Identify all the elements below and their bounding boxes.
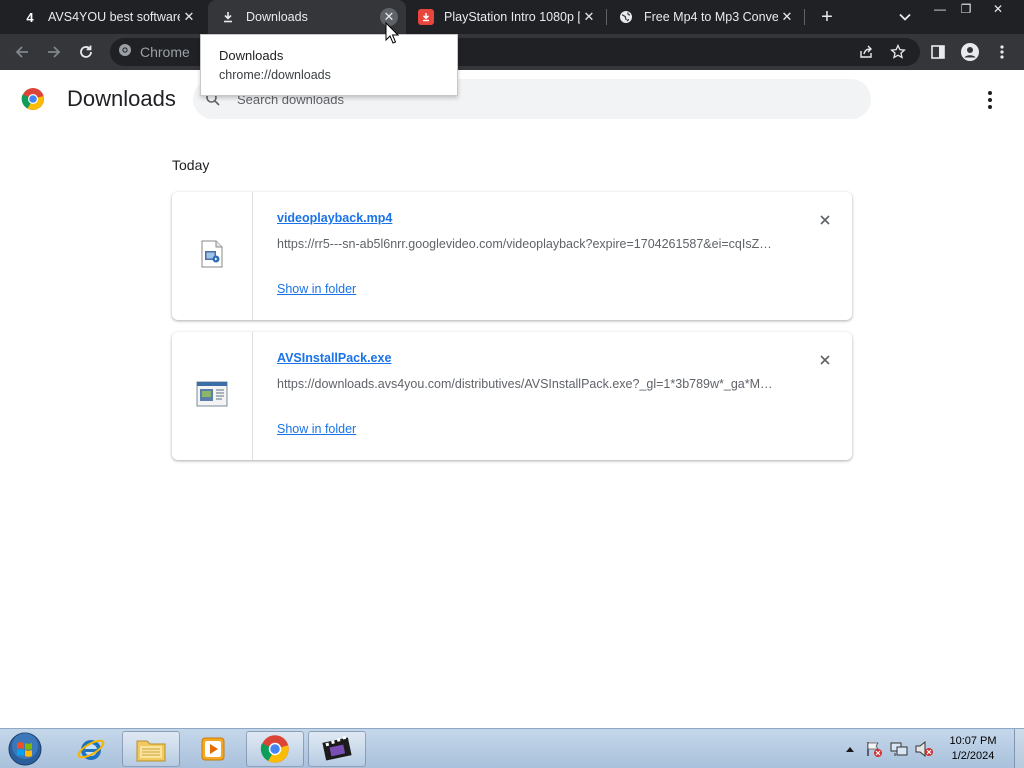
chrome-menu-icon[interactable]: [990, 40, 1014, 64]
mouse-cursor-icon: [385, 21, 400, 44]
show-hidden-icons-chevron-icon[interactable]: [843, 729, 857, 768]
tab-close-button[interactable]: ✕: [778, 8, 796, 26]
file-icon-column: [172, 332, 253, 460]
download-source-url: https://rr5---sn-ab5l6nrr.googlevideo.co…: [277, 237, 777, 251]
site-chip-label: Chrome: [140, 43, 190, 60]
downloads-more-actions-icon[interactable]: [978, 88, 1002, 112]
file-explorer-taskbar-icon[interactable]: [122, 731, 180, 767]
tab-close-button[interactable]: ✕: [580, 8, 598, 26]
close-window-button[interactable]: ✕: [984, 0, 1012, 18]
download-source-url: https://downloads.avs4you.com/distributi…: [277, 377, 777, 391]
tab-playstation-intro[interactable]: PlayStation Intro 1080p [ ✕: [410, 0, 606, 34]
remove-download-close-icon[interactable]: [815, 210, 835, 230]
tooltip-title: Downloads: [219, 48, 284, 63]
back-button[interactable]: [10, 40, 34, 64]
download-icon: [220, 9, 236, 25]
clock-date: 1/2/2024: [951, 750, 995, 762]
start-button[interactable]: [6, 731, 44, 767]
share-icon[interactable]: [854, 40, 878, 64]
tab-hover-tooltip: Downloads chrome://downloads: [200, 34, 458, 96]
avs4you-logo-icon: 4: [26, 9, 34, 25]
volume-muted-icon[interactable]: [913, 729, 935, 768]
browser-toolbar: Chrome: [0, 34, 1024, 70]
chrome-site-icon: [118, 43, 132, 60]
show-in-folder-link[interactable]: Show in folder: [277, 422, 356, 436]
site-chip[interactable]: Chrome: [118, 43, 190, 60]
tab-close-button[interactable]: ✕: [180, 8, 198, 26]
internet-explorer-taskbar-icon[interactable]: [62, 731, 120, 767]
download-filename-link[interactable]: videoplayback.mp4: [277, 211, 392, 225]
tooltip-url: chrome://downloads: [219, 68, 331, 82]
tab-avs4you[interactable]: 4 AVS4YOU best software fo ✕: [14, 0, 206, 34]
media-player-taskbar-icon[interactable]: [184, 731, 242, 767]
globe-icon: [618, 9, 634, 25]
download-filename-link[interactable]: AVSInstallPack.exe: [277, 351, 391, 365]
show-desktop-button[interactable]: [1014, 729, 1024, 768]
tab-mp4-to-mp3[interactable]: Free Mp4 to Mp3 Conver ✕: [610, 0, 804, 34]
download-item: AVSInstallPack.exe https://downloads.avs…: [172, 332, 852, 460]
chrome-logo-icon: [21, 87, 45, 111]
remove-download-close-icon[interactable]: [815, 350, 835, 370]
tab-title: PlayStation Intro 1080p [: [444, 10, 580, 24]
video-file-icon: [200, 240, 224, 273]
restore-button[interactable]: ❐: [952, 0, 980, 18]
tab-downloads[interactable]: Downloads ✕: [208, 0, 406, 34]
profile-avatar-icon[interactable]: [958, 40, 982, 64]
action-center-flag-icon[interactable]: [864, 729, 884, 768]
tab-title: Free Mp4 to Mp3 Conver: [644, 10, 778, 24]
page-title: Downloads: [67, 86, 176, 111]
tab-separator: [606, 9, 607, 25]
tab-separator: [804, 9, 805, 25]
minimize-button[interactable]: —: [926, 0, 954, 18]
side-panel-icon[interactable]: [926, 40, 950, 64]
download-site-icon: [418, 9, 434, 25]
forward-button[interactable]: [42, 40, 66, 64]
windows-taskbar: 10:07 PM 1/2/2024: [0, 728, 1024, 768]
tab-title: Downloads: [246, 10, 308, 24]
show-in-folder-link[interactable]: Show in folder: [277, 282, 356, 296]
tab-strip: 4 AVS4YOU best software fo ✕ Downloads ✕…: [0, 0, 1024, 34]
new-tab-button[interactable]: +: [815, 5, 839, 29]
system-clock[interactable]: 10:07 PM 1/2/2024: [935, 734, 1011, 764]
tab-search-chevron-icon[interactable]: [893, 5, 917, 29]
clock-time: 10:07 PM: [949, 735, 997, 747]
download-item: videoplayback.mp4 https://rr5---sn-ab5l6…: [172, 192, 852, 320]
tab-title: AVS4YOU best software fo: [48, 10, 180, 24]
chrome-taskbar-icon[interactable]: [246, 731, 304, 767]
reload-button[interactable]: [74, 40, 98, 64]
network-icon[interactable]: [888, 729, 910, 768]
exe-file-icon: [196, 380, 228, 413]
avs-video-editor-taskbar-icon[interactable]: [308, 731, 366, 767]
bookmark-star-icon[interactable]: [886, 40, 910, 64]
date-group-label: Today: [172, 157, 210, 173]
file-icon-column: [172, 192, 253, 320]
